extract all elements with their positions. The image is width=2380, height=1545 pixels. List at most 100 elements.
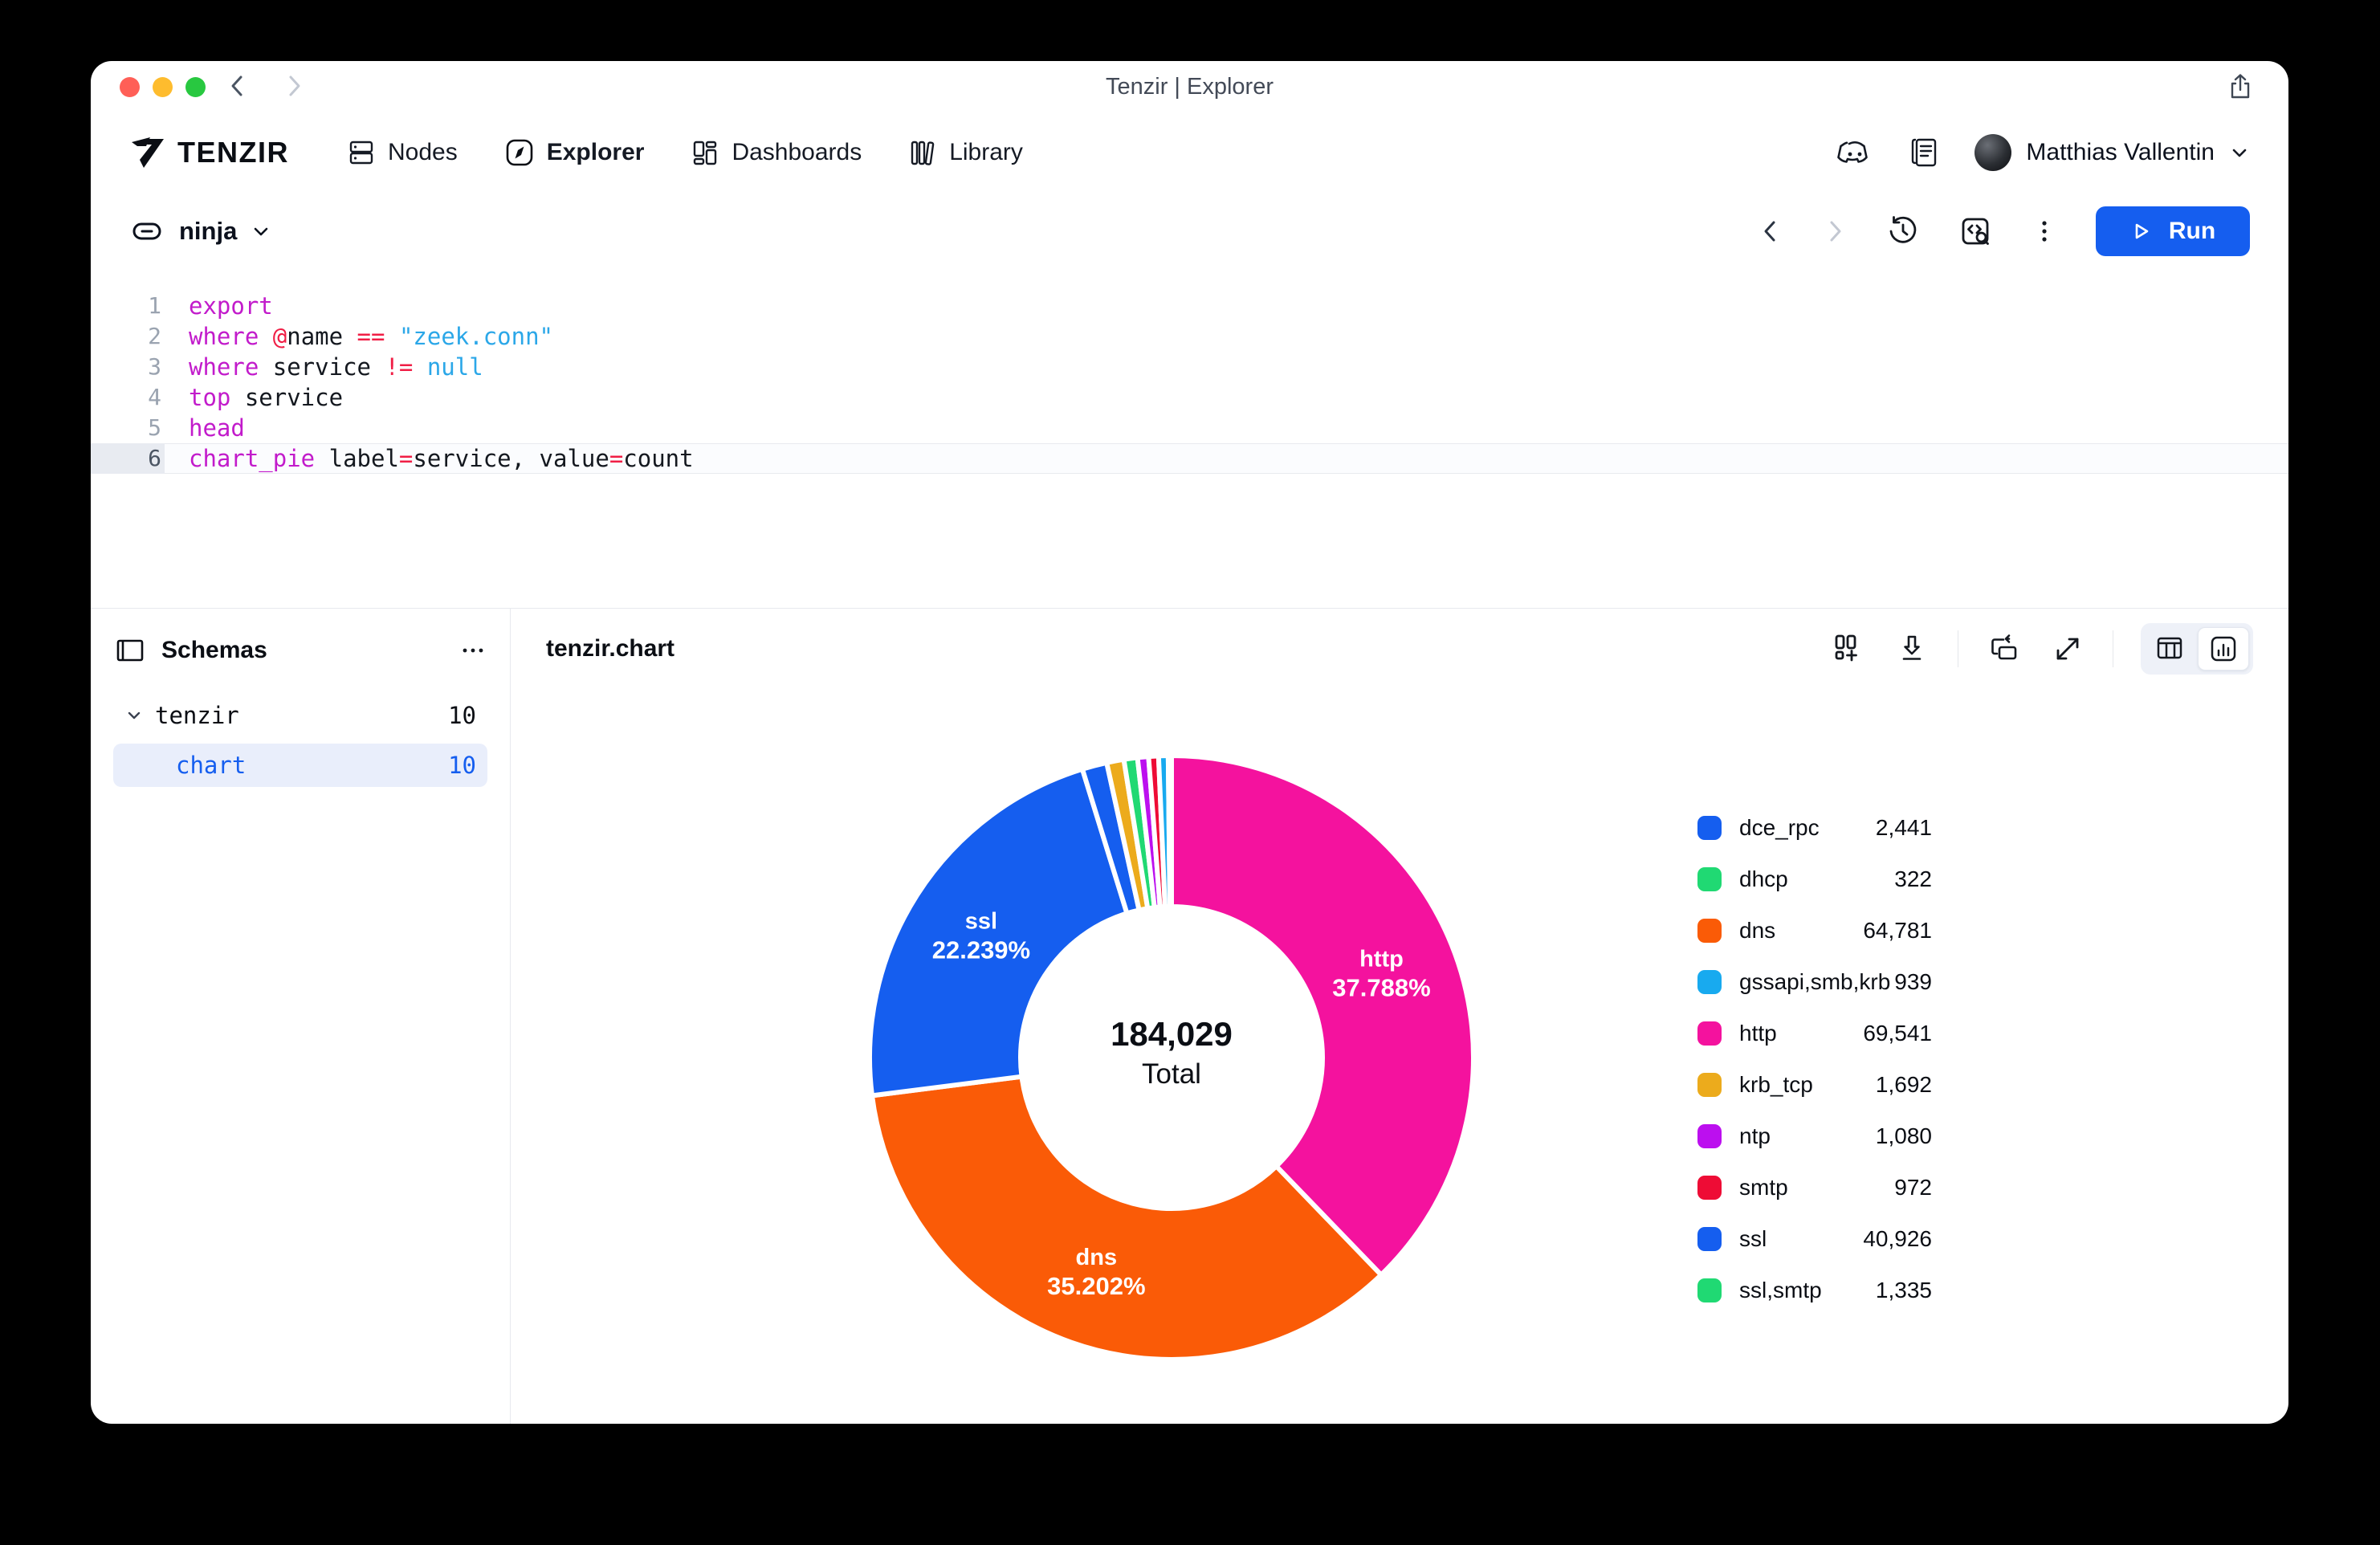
legend-label: dce_rpc <box>1739 815 1820 841</box>
legend-swatch <box>1697 1073 1722 1097</box>
code-line: 6chart_pie label=service, value=count <box>91 443 2288 474</box>
copy-pivot-icon[interactable] <box>1986 630 2023 667</box>
legend-swatch <box>1697 1176 1722 1200</box>
line-number: 5 <box>91 413 165 443</box>
tab-dashboards[interactable]: Dashboards <box>691 138 862 167</box>
tenzir-logo-icon <box>129 134 166 171</box>
legend-item[interactable]: gssapi,smb,krb939 <box>1697 970 1932 994</box>
pipeline-selector[interactable]: ninja <box>129 214 271 249</box>
legend-swatch <box>1697 970 1722 994</box>
tab-nodes[interactable]: Nodes <box>347 138 458 167</box>
more-options-icon[interactable] <box>2030 217 2059 246</box>
schemas-more-icon[interactable] <box>458 636 487 665</box>
tab-dashboards-label: Dashboards <box>732 139 862 166</box>
line-number: 3 <box>91 352 165 382</box>
nodes-icon <box>347 138 376 167</box>
legend-swatch <box>1697 1278 1722 1302</box>
legend-label: ssl <box>1739 1226 1767 1252</box>
legend-label: ssl,smtp <box>1739 1278 1822 1303</box>
results-panel: tenzir.chart <box>511 609 2288 1424</box>
legend-swatch <box>1697 1227 1722 1251</box>
tab-explorer-label: Explorer <box>547 139 645 166</box>
link-icon <box>129 214 165 249</box>
schemas-title: Schemas <box>161 637 444 664</box>
pie-total-value: 184,029 <box>1111 1015 1233 1053</box>
legend-value: 40,926 <box>1863 1226 1932 1252</box>
history-back-icon[interactable] <box>1757 218 1784 245</box>
query-toolbar: ninja <box>91 193 2288 270</box>
run-button-label: Run <box>2169 218 2215 245</box>
legend-item[interactable]: ntp 1,080 <box>1697 1124 1932 1148</box>
legend-item[interactable]: krb_tcp1,692 <box>1697 1073 1932 1097</box>
legend-value: 69,541 <box>1863 1021 1932 1046</box>
main-nav: TENZIR Nodes Explorer <box>91 112 2288 193</box>
pie-slice-dns[interactable] <box>872 1077 1381 1360</box>
table-view-button[interactable] <box>2145 627 2195 669</box>
avatar <box>1975 134 2011 171</box>
schema-group-tenzir[interactable]: tenzir 10 <box>113 694 487 737</box>
expand-icon[interactable] <box>2050 631 2085 667</box>
run-button[interactable]: Run <box>2096 206 2250 256</box>
discord-icon[interactable] <box>1836 134 1873 171</box>
legend-value: 322 <box>1894 866 1932 892</box>
chart-view-button[interactable] <box>2198 627 2249 671</box>
app-window: Tenzir | Explorer TENZIR Nodes <box>91 61 2288 1424</box>
legend-value: 939 <box>1894 969 1932 995</box>
legend-label: krb_tcp <box>1739 1072 1813 1098</box>
legend-item[interactable]: http 69,541 <box>1697 1021 1932 1046</box>
add-to-dashboard-icon[interactable] <box>1829 630 1866 667</box>
legend-item[interactable]: dce_rpc 2,441 <box>1697 816 1932 840</box>
legend-swatch <box>1697 919 1722 943</box>
legend-value: 1,080 <box>1876 1123 1932 1149</box>
tree-chevron-down-icon <box>124 706 144 725</box>
library-books-icon <box>908 138 937 167</box>
legend-item[interactable]: ssl,smtp 1,335 <box>1697 1278 1932 1302</box>
download-icon[interactable] <box>1893 630 1930 667</box>
panel-toggle-icon[interactable] <box>113 634 147 667</box>
pie-total-label: Total <box>1142 1058 1201 1090</box>
tab-library[interactable]: Library <box>908 138 1023 167</box>
pie-slice-ssl[interactable] <box>870 769 1127 1096</box>
docs-icon[interactable] <box>1907 136 1941 169</box>
explorer-compass-icon <box>504 137 535 168</box>
legend-item[interactable]: dns64,781 <box>1697 919 1932 943</box>
legend-swatch <box>1697 867 1722 891</box>
legend-label: dhcp <box>1739 866 1788 892</box>
code-line: 1export <box>91 291 2288 321</box>
dashboards-icon <box>691 138 719 167</box>
window-title: Tenzir | Explorer <box>91 61 2288 112</box>
line-number: 6 <box>91 443 165 474</box>
query-editor[interactable]: 1export2where @name == "zeek.conn"3where… <box>91 270 2288 608</box>
pie-slice-dhcp[interactable] <box>1168 756 1172 907</box>
legend-value: 1,335 <box>1876 1278 1932 1303</box>
pipeline-name: ninja <box>179 217 237 246</box>
legend-value: 64,781 <box>1863 918 1932 944</box>
pie-chart[interactable]: http37.788%dns35.202%ssl22.239% 184,029 … <box>850 736 1493 1379</box>
titlebar: Tenzir | Explorer <box>91 61 2288 112</box>
user-menu[interactable]: Matthias Vallentin <box>1975 134 2250 171</box>
history-forward-icon[interactable] <box>1821 218 1848 245</box>
legend-item[interactable]: smtp972 <box>1697 1176 1932 1200</box>
tenzir-logo[interactable]: TENZIR <box>129 134 289 171</box>
schema-item-chart[interactable]: chart 10 <box>113 744 487 787</box>
chevron-down-icon <box>2229 142 2250 163</box>
code-search-icon[interactable] <box>1958 214 1993 249</box>
tab-explorer[interactable]: Explorer <box>504 137 645 168</box>
schemas-panel: Schemas tenzir 10 chart 10 <box>91 609 511 1424</box>
result-schema-title: tenzir.chart <box>546 635 674 662</box>
schema-item-count: 10 <box>448 752 487 779</box>
history-icon[interactable] <box>1885 214 1921 249</box>
share-icon[interactable] <box>2226 72 2255 101</box>
chart-legend: dce_rpc 2,441 dhcp 322 dns64,781 gssapi,smb,k… <box>1697 816 1932 1302</box>
legend-swatch <box>1697 1021 1722 1046</box>
legend-value: 2,441 <box>1876 815 1932 841</box>
line-number: 2 <box>91 321 165 352</box>
legend-swatch <box>1697 816 1722 840</box>
legend-item[interactable]: dhcp 322 <box>1697 867 1932 891</box>
legend-label: http <box>1739 1021 1777 1046</box>
legend-label: ntp <box>1739 1123 1771 1149</box>
legend-item[interactable]: ssl 40,926 <box>1697 1227 1932 1251</box>
pipeline-chevron-down-icon <box>251 222 271 241</box>
line-number: 4 <box>91 382 165 413</box>
schema-group-count: 10 <box>448 702 487 729</box>
